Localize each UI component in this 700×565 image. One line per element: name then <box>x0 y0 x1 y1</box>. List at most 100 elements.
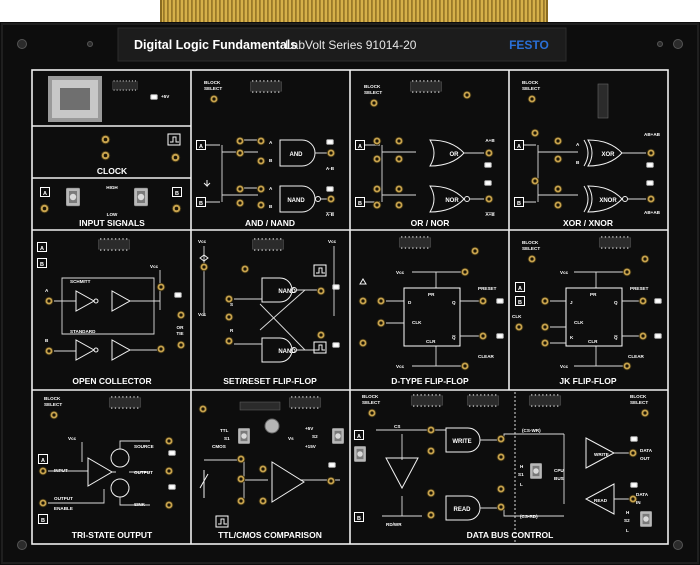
svg-text:OUTPUT: OUTPUT <box>134 470 153 475</box>
svg-text:S2: S2 <box>624 518 630 523</box>
svg-text:BLOCK: BLOCK <box>204 80 221 85</box>
supply-switch-s2[interactable] <box>332 428 344 444</box>
svg-text:CS: CS <box>394 424 400 429</box>
clock-output-jack[interactable] <box>170 152 181 163</box>
tri-state-title: TRI-STATE OUTPUT <box>72 530 153 540</box>
ttl-cmos-switch-s1[interactable] <box>238 428 250 444</box>
plus5v-label: +5V <box>161 94 170 99</box>
and-output-jack[interactable] <box>326 148 336 158</box>
svg-text:NOR: NOR <box>445 198 459 204</box>
ttl-cmos-title: TTL/CMOS COMPARISON <box>218 530 322 540</box>
board-series: LabVolt Series 91014-20 <box>285 38 417 52</box>
svg-text:BLOCK: BLOCK <box>364 84 381 89</box>
svg-text:(CS-WR): (CS-WR) <box>522 428 541 433</box>
block-select-jack[interactable] <box>527 254 537 264</box>
input-switch-b[interactable] <box>134 187 148 207</box>
oc-input-b-jack[interactable] <box>44 346 54 356</box>
svg-text:BLOCK: BLOCK <box>362 394 379 399</box>
tri-enable-jack[interactable] <box>38 498 48 508</box>
svg-text:PR: PR <box>428 292 435 297</box>
sr-reset-jack[interactable] <box>224 312 234 322</box>
svg-text:S1: S1 <box>224 436 230 441</box>
svg-text:PR: PR <box>590 292 597 297</box>
svg-text:WRITE: WRITE <box>452 439 471 445</box>
preset-jack[interactable] <box>460 267 470 277</box>
svg-text:+15V: +15V <box>305 444 317 449</box>
svg-text:S2: S2 <box>312 434 318 439</box>
input-a-jack[interactable] <box>39 203 50 214</box>
svg-text:B: B <box>175 191 179 197</box>
board-title: Digital Logic Fundamentals <box>134 38 297 52</box>
oc-input-a-jack[interactable] <box>44 296 54 306</box>
svg-text:SINK: SINK <box>134 502 146 507</box>
block-select-jack[interactable] <box>209 94 219 104</box>
potentiometer-knob[interactable] <box>264 418 280 434</box>
svg-text:B: B <box>517 201 521 207</box>
svg-text:Q: Q <box>452 300 456 305</box>
data-bus-switch-s2[interactable] <box>640 510 652 528</box>
clear-jack[interactable] <box>460 361 470 371</box>
nand-output-jack[interactable] <box>326 194 336 204</box>
svg-text:A: A <box>40 246 44 252</box>
svg-text:OUTPUT: OUTPUT <box>54 496 73 501</box>
svg-text:+5V: +5V <box>305 426 314 431</box>
svg-text:B: B <box>199 201 203 207</box>
jk-preset-jack[interactable] <box>622 267 632 277</box>
svg-text:CLEAR: CLEAR <box>628 354 645 359</box>
block-select-jack-right[interactable] <box>640 408 650 418</box>
data-bus-title: DATA BUS CONTROL <box>467 530 554 540</box>
svg-text:OUT: OUT <box>640 456 650 461</box>
and-nand-title: AND / NAND <box>245 218 295 228</box>
svg-text:OR: OR <box>450 152 460 158</box>
jk-clear-jack[interactable] <box>622 361 632 371</box>
svg-text:L: L <box>520 482 523 487</box>
svg-text:DATA: DATA <box>640 448 653 453</box>
svg-text:SELECT: SELECT <box>44 402 62 407</box>
svg-text:INPUT: INPUT <box>54 468 68 473</box>
svg-text:BUS: BUS <box>554 476 564 481</box>
sr-q-bar-jack[interactable] <box>316 330 326 340</box>
block-select-jack[interactable] <box>49 410 59 420</box>
svg-text:(CS-RD): (CS-RD) <box>520 514 538 519</box>
jk-q-jack[interactable] <box>638 296 648 306</box>
svg-text:OR: OR <box>177 325 185 330</box>
xnor-output-jack[interactable] <box>646 194 656 204</box>
block-select-jack[interactable] <box>367 408 377 418</box>
data-bus-switch[interactable] <box>354 446 366 462</box>
svg-text:Vcc: Vcc <box>328 239 337 244</box>
data-out-jack[interactable] <box>628 448 638 458</box>
input-b-jack[interactable] <box>171 203 182 214</box>
svg-text:B: B <box>357 516 361 522</box>
svg-text:TTL: TTL <box>220 428 229 433</box>
svg-text:BLOCK: BLOCK <box>522 240 539 245</box>
svg-text:SELECT: SELECT <box>522 86 540 91</box>
tri-input-jack[interactable] <box>38 466 48 476</box>
svg-text:SELECT: SELECT <box>362 400 380 405</box>
d-q-bar-jack[interactable] <box>478 331 488 341</box>
d-q-jack[interactable] <box>478 296 488 306</box>
svg-text:WRITE: WRITE <box>594 452 609 457</box>
jk-q-bar-jack[interactable] <box>638 331 648 341</box>
input-switch-a[interactable] <box>66 187 80 207</box>
svg-text:BLOCK: BLOCK <box>522 80 539 85</box>
sr-set-jack[interactable] <box>224 294 234 304</box>
power-led <box>150 94 158 100</box>
block-select-jack[interactable] <box>369 98 379 108</box>
nor-output-jack[interactable] <box>484 194 494 204</box>
svg-text:Q: Q <box>614 300 618 305</box>
sr-q-jack[interactable] <box>316 286 326 296</box>
svg-text:NAND: NAND <box>278 289 296 295</box>
svg-text:CMOS: CMOS <box>212 444 226 449</box>
or-output-jack[interactable] <box>484 148 494 158</box>
svg-text:BLOCK: BLOCK <box>630 394 647 399</box>
svg-text:A: A <box>517 144 521 150</box>
ttl-cmos-output-jack[interactable] <box>326 476 336 486</box>
cpu-bus-switch[interactable] <box>530 462 542 480</box>
xor-output-jack[interactable] <box>646 148 656 158</box>
header-plate: Digital Logic Fundamentals LabVolt Serie… <box>117 27 567 62</box>
block-select-jack[interactable] <box>527 94 537 104</box>
svg-text:Vcc: Vcc <box>396 364 405 369</box>
svg-text:SELECT: SELECT <box>364 90 382 95</box>
svg-text:CPU: CPU <box>554 468 564 473</box>
svg-text:Vcc: Vcc <box>68 436 77 441</box>
